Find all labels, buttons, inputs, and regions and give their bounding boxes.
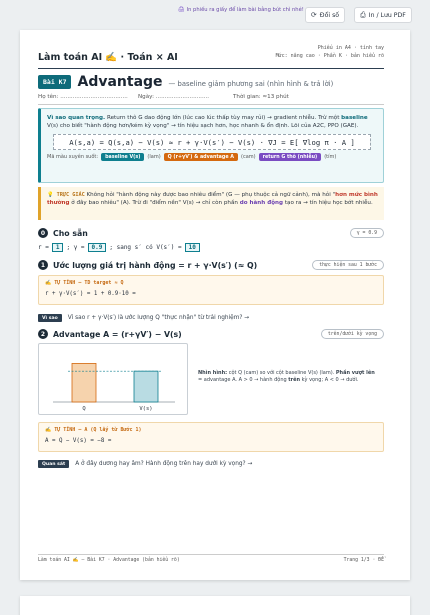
section-1-work-title: ✍️ TỰ TÍNH — TD target ≈ Q	[45, 280, 124, 286]
legend-q-pill: Q (r+γV′) & advantage A	[163, 153, 238, 161]
top-toolbar: 🖨 In phiếu ra giấy để làm bài bằng bút ch…	[0, 0, 430, 30]
intuition-purple: do hành động	[239, 200, 284, 206]
chart-note-c: = advantage A. A > 0 → hành động	[198, 377, 289, 383]
lesson-title-row: Bài K7 Advantage — baseline giảm phương …	[38, 74, 333, 90]
why-text-b: V(s) cho biết "hành động hơn/kém kỳ vọng…	[47, 123, 359, 129]
chart-note-d: trên	[288, 377, 301, 383]
bar-label-1: V(s)	[139, 406, 152, 412]
section-1-question-tag: Vì sao	[38, 314, 62, 322]
legend-baseline-pill: baseline V(s)	[101, 153, 145, 161]
lesson-tag: Bài K7	[38, 75, 72, 89]
brand-title: Làm toán AI ✍️ · Toán × AI	[38, 52, 178, 63]
section-2-question: Quan sát A ở đây dương hay âm? Hành động…	[38, 460, 252, 468]
section-2-work-box: ✍️ TỰ TÍNH — A (Q lấy từ Bước 1) A = Q −…	[38, 422, 384, 452]
why-important-text: Vì sao quan trọng. Return thô G dao động…	[47, 114, 377, 130]
reset-numbers-button[interactable]: ⟳ Đổi số	[305, 7, 345, 23]
bar-q	[71, 363, 97, 403]
chart-note-b: Phần vượt lên	[335, 370, 375, 376]
worksheet-page: Làm toán AI ✍️ · Toán × AI Phiếu in A4 ·…	[20, 30, 410, 580]
print-tip-text: In phiếu ra giấy để làm bài bằng bút chì…	[186, 7, 304, 13]
header-divider	[38, 68, 384, 69]
student-meta: Họ tên: ................................…	[38, 94, 388, 100]
given-values: r = 1 ; γ = 0.9 ; sang s′ có V(s′) = 10	[38, 243, 200, 252]
header-info-line2: Mức: nâng cao · Phần K · bản hiểu rõ	[275, 52, 384, 59]
intuition-text-b: ở đây bao nhiêu" (A). Trừ đi "điểm nền" …	[69, 200, 240, 206]
section-1-number: 1	[38, 260, 48, 270]
why-important-lead: Vì sao quan trọng.	[47, 115, 106, 121]
chart-note-a: cột Q (cam) so với cột baseline V(s) (la…	[227, 370, 336, 376]
section-0-header: 0 Cho sẵn	[38, 228, 88, 238]
legend-return-pill: return G thô (nhiễu)	[258, 153, 322, 161]
section-2-work-line[interactable]: A = Q − V(s) = −8 =	[45, 438, 377, 444]
lesson-subtitle: — baseline giảm phương sai (nhìn hình & …	[168, 80, 334, 88]
r-value: 1	[51, 243, 64, 252]
meta-divider	[38, 104, 384, 105]
legend-q-note: (cam)	[241, 154, 256, 160]
print-tip: 🖨 In phiếu ra giấy để làm bài bằng bút ch…	[178, 7, 308, 14]
r-label: r =	[38, 244, 49, 251]
footer-page-number: Trang 1/3 · ĐỀ	[343, 558, 384, 563]
footer-divider	[38, 554, 384, 555]
section-1-question-text: Vì sao r + γ·V(s′) là ước lượng Q "thực …	[67, 315, 250, 321]
section-0-title: Cho sẵn	[53, 228, 88, 238]
why-important-box: Vì sao quan trọng. Return thô G dao động…	[38, 108, 384, 183]
section-2-question-text: A ở đây dương hay âm? Hành động trên hay…	[75, 461, 253, 467]
why-text-a: Return thô G dao động lớn (lúc cao lúc t…	[105, 115, 342, 121]
section-2-pill: trên/dưới kỳ vọng	[320, 329, 384, 339]
header-info-line1: Phiếu in A4 · tính tay	[317, 45, 384, 51]
printer-icon: ⎙	[360, 10, 366, 19]
gamma-pill: γ = 0.9	[349, 228, 384, 238]
section-2-number: 2	[38, 329, 48, 339]
next-value-label: ; sang s′ có V(s′) =	[109, 244, 182, 251]
bar-vs	[133, 370, 159, 403]
intuition-box: 💡 TRỰC GIÁC Không hỏi "hành động này đượ…	[38, 187, 384, 220]
advantage-chart: Q V(s)	[38, 343, 188, 415]
section-1-question: Vì sao Vì sao r + γ·V(s′) là ước lượng Q…	[38, 314, 249, 322]
refresh-icon: ⟳	[310, 11, 317, 19]
section-1-work-line[interactable]: r + γ·V(s′) = 1 + 0.9·10 =	[45, 291, 377, 297]
footer-left: Làm toán AI ✍️ — Bài K7 · Advantage (bản…	[38, 558, 180, 563]
gamma-label: ; γ =	[66, 244, 85, 251]
time-label: Thời gian: ≈13 phút	[233, 94, 289, 100]
advantage-formula: A(s,a) = Q(s,a) − V(s) ≈ r + γ·V(s′) − V…	[53, 134, 371, 150]
gamma-value: 0.9	[87, 243, 107, 252]
next-value: 10	[184, 243, 200, 252]
color-legend: Mã màu xuyên suốt: baseline V(s) (lam) Q…	[47, 153, 377, 161]
reset-numbers-label: Đổi số	[319, 11, 340, 19]
legend-return-note: (tím)	[324, 154, 337, 160]
legend-lead: Mã màu xuyên suốt:	[47, 154, 99, 160]
intuition-text-a: Không hỏi "hành động này được bao nhiêu …	[84, 192, 336, 198]
name-field[interactable]: Họ tên: ................................…	[38, 94, 138, 100]
chart-note-lead: Nhìn hình:	[198, 370, 228, 376]
section-2-header: 2 Advantage A = (r+γV′) − V(s)	[38, 329, 182, 339]
section-1-work-box: ✍️ TỰ TÍNH — TD target ≈ Q r + γ·V(s′) =…	[38, 275, 384, 305]
section-1-header: 1 Ước lượng giá trị hành động = r + γ·V(…	[38, 260, 257, 270]
legend-baseline-note: (lam)	[147, 154, 161, 160]
lesson-title: Advantage	[77, 74, 163, 90]
printer-icon: 🖨	[178, 7, 185, 13]
section-2-title: Advantage A = (r+γV′) − V(s)	[53, 329, 182, 339]
next-page	[20, 596, 410, 615]
date-field[interactable]: Ngày: ..............................	[138, 94, 233, 100]
print-pdf-label: In / Lưu PDF	[368, 11, 406, 19]
chart-note: Nhìn hình: cột Q (cam) so với cột baseli…	[198, 370, 378, 384]
section-2-question-tag: Quan sát	[38, 460, 70, 468]
advantage-chart-svg: Q V(s)	[53, 363, 175, 412]
baseline-word: baseline	[341, 115, 368, 121]
print-pdf-button[interactable]: ⎙ In / Lưu PDF	[354, 7, 412, 23]
chart-note-e: kỳ vọng; A < 0 → dưới.	[300, 377, 359, 383]
section-1-title: Ước lượng giá trị hành động = r + γ·V(s′…	[53, 260, 258, 270]
bar-label-0: Q	[82, 406, 85, 412]
section-1-pill: thực hiện sau 1 bước	[312, 260, 384, 270]
section-0-number: 0	[38, 228, 48, 238]
intuition-lead: 💡 TRỰC GIÁC	[47, 192, 85, 198]
header-info: Phiếu in A4 · tính tay Mức: nâng cao · P…	[276, 45, 384, 60]
intuition-text-c: tạo ra → tín hiệu học bớt nhiễu.	[283, 200, 373, 206]
section-2-work-title: ✍️ TỰ TÍNH — A (Q lấy từ Bước 1)	[45, 427, 142, 433]
